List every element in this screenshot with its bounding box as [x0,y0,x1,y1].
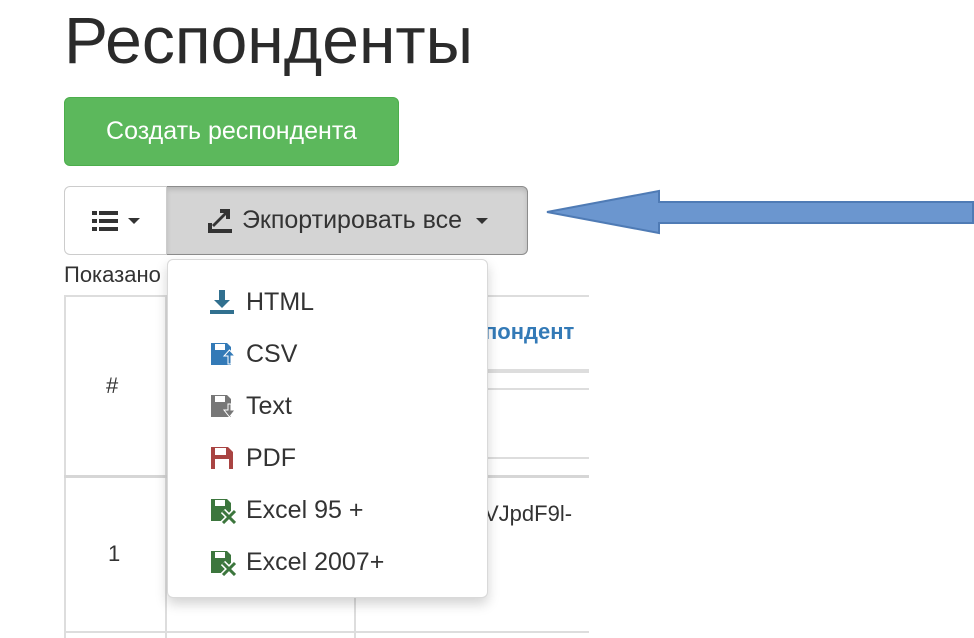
toolbar-button-group: Экпортировать все [64,186,528,255]
pointer-arrow-icon [546,189,974,235]
column-header-respondent[interactable]: пондент [484,319,574,345]
floppy-excel-icon [211,499,236,524]
export-pdf-item[interactable]: PDF [168,432,487,484]
chevron-down-icon [127,217,140,224]
floppy-excel-icon [211,551,236,576]
export-all-button[interactable]: Экпортировать все [167,186,528,255]
columns-toggle-button[interactable] [64,186,167,255]
export-csv-item[interactable]: CSV [168,328,487,380]
chevron-down-icon [476,217,489,224]
export-excel95-item[interactable]: Excel 95 + [168,484,487,536]
row-respondent-value: VJpdF9l- [484,501,573,526]
row-number: 1 [108,541,121,566]
floppy-upload-icon [211,343,236,365]
export-icon [207,208,232,233]
floppy-icon [211,447,233,469]
export-all-label: Экпортировать все [241,206,463,234]
create-respondent-button[interactable]: Создать респондента [64,97,399,166]
page-title: Респонденты [64,3,474,77]
shown-records-text: Показано [64,262,161,287]
export-dropdown-menu: HTML CSV Text PDF Excel 95 + Excel 2007+ [167,259,488,598]
export-html-item[interactable]: HTML [168,276,487,328]
floppy-download-icon [211,395,236,418]
export-text-item[interactable]: Text [168,380,487,432]
export-excel2007-item[interactable]: Excel 2007+ [168,536,487,588]
list-icon [91,210,118,231]
download-icon [210,290,234,314]
page: Респонденты Создать респондента Экпортир… [0,0,974,638]
column-header-number[interactable]: # [106,373,118,399]
